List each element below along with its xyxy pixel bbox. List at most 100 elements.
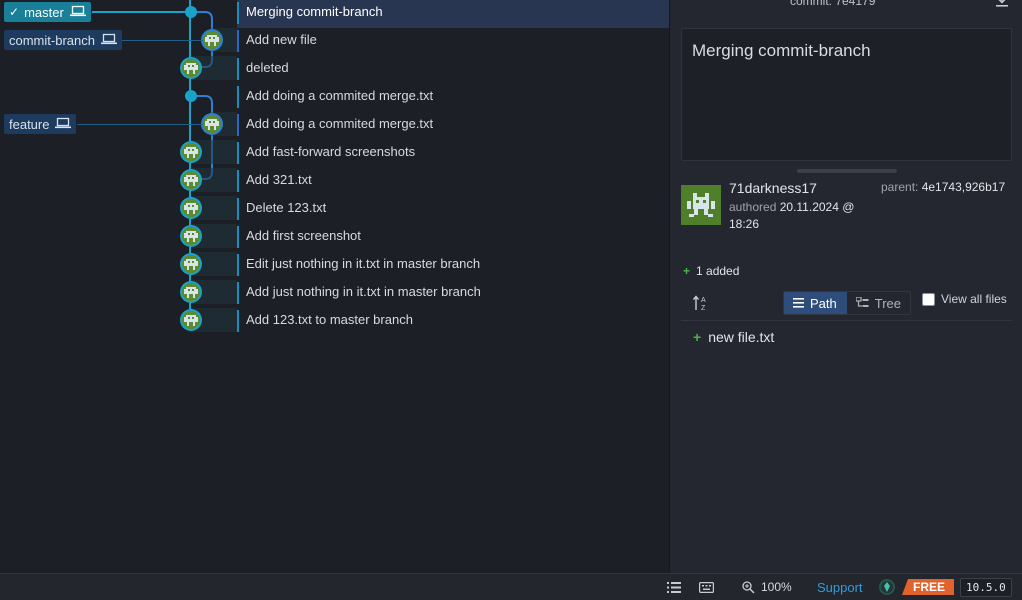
row-lane-bar	[237, 170, 239, 192]
row-lane-bar	[237, 226, 239, 248]
author-name: 71darkness17	[729, 180, 817, 196]
commit-message: Add first screenshot	[246, 228, 361, 243]
authored-label: authored	[729, 200, 777, 214]
commit-row[interactable]: Edit just nothing in it.txt in master br…	[237, 252, 669, 280]
row-lane-bar	[237, 198, 239, 220]
commit-row[interactable]: Add 123.txt to master branch	[237, 308, 669, 336]
branch-feature[interactable]: feature	[4, 114, 77, 134]
status-bar: 100% Support FREE 10.5.0	[0, 573, 1022, 600]
commit-row[interactable]: Add 321.txt	[237, 168, 669, 196]
branch-master[interactable]: ✓ master	[4, 2, 91, 22]
branch-commit-branch-label: commit-branch	[9, 32, 95, 48]
keyboard-icon[interactable]	[699, 574, 714, 600]
checked-out-icon: ✓	[9, 5, 20, 19]
checkbox-box[interactable]	[922, 292, 935, 306]
commit-avatar-node[interactable]	[180, 253, 202, 275]
commit-graph-panel: ✓ master commit-branch feature Merging c…	[0, 0, 669, 573]
commit-message: Delete 123.txt	[246, 200, 327, 215]
commit-message: Edit just nothing in it.txt in master br…	[246, 256, 481, 271]
master-ref-line	[92, 11, 186, 13]
changed-file-row[interactable]: + new file.txt	[693, 329, 774, 345]
row-lane-bar	[237, 58, 239, 80]
row-lane-bar	[237, 114, 239, 136]
parent-info: parent: 4e1743,926b17	[881, 180, 1005, 194]
version-label[interactable]: 10.5.0	[960, 578, 1012, 597]
zoom-icon	[742, 580, 755, 594]
row-lane-bar	[237, 142, 239, 164]
commit-row[interactable]: Add fast-forward screenshots	[237, 140, 669, 168]
file-name: new file.txt	[708, 329, 775, 345]
parent-label: parent:	[881, 180, 919, 194]
laptop-icon	[69, 5, 86, 20]
parent-shas[interactable]: 4e1743,926b17	[922, 180, 1005, 194]
added-icon: +	[683, 264, 691, 278]
merge-commit-dot[interactable]	[185, 6, 197, 18]
commit-row[interactable]: Add new file	[237, 28, 669, 56]
commit-avatar-node[interactable]	[180, 169, 202, 191]
list-view-icon[interactable]	[667, 574, 681, 600]
download-icon[interactable]	[995, 0, 1009, 8]
feature-ref-line	[77, 124, 203, 125]
support-link-label: Support	[817, 579, 863, 595]
svg-text:Z: Z	[701, 305, 706, 312]
author-avatar	[681, 185, 721, 225]
support-link[interactable]: Support	[817, 574, 863, 600]
resize-handle[interactable]	[797, 169, 897, 173]
branch-commit-branch[interactable]: commit-branch	[4, 30, 122, 50]
commit-message: Add doing a commited merge.txt	[246, 88, 434, 103]
commit-avatar-node[interactable]	[180, 309, 202, 331]
view-mode-toggle: Path Tree	[783, 291, 911, 315]
authored-info: authored 20.11.2024 @ 18:26	[729, 199, 869, 233]
view-all-files-label: View all files	[941, 292, 1007, 306]
path-view-label: Path	[810, 295, 837, 311]
merge-commit-dot[interactable]	[185, 90, 197, 102]
commit-row[interactable]: Merging commit-branch	[237, 0, 669, 28]
commit-avatar-node[interactable]	[201, 29, 223, 51]
commit-id-label[interactable]: commit: 7e4179	[790, 0, 875, 8]
row-lane-bar	[237, 310, 239, 332]
free-badge-label: FREE	[913, 580, 946, 594]
row-lane-bar	[237, 254, 239, 276]
commit-avatar-node[interactable]	[180, 225, 202, 247]
files-summary: +1 added	[683, 264, 739, 278]
commit-row[interactable]: Add doing a commited merge.txt	[237, 112, 669, 140]
row-lane-bar	[237, 282, 239, 304]
commit-detail-panel: commit: 7e4179 Merging commit-branch 71d…	[669, 0, 1022, 573]
commit-message: Merging commit-branch	[246, 4, 383, 19]
view-all-files-checkbox[interactable]: View all files	[922, 292, 1007, 306]
commit-message: deleted	[246, 60, 289, 75]
commit-avatar-node[interactable]	[180, 141, 202, 163]
laptop-icon	[55, 117, 72, 132]
commit-message-box[interactable]: Merging commit-branch	[681, 28, 1012, 161]
commit-message: Add doing a commited merge.txt	[246, 116, 434, 131]
commit-message: Add 321.txt	[246, 172, 312, 187]
commit-message: Add new file	[246, 32, 317, 47]
list-icon	[793, 296, 804, 311]
tree-view-button[interactable]: Tree	[847, 292, 910, 314]
commit-row[interactable]: Add just nothing in it.txt in master bra…	[237, 280, 669, 308]
row-lane-bar	[237, 86, 239, 108]
sort-az-icon[interactable]: A Z	[693, 294, 711, 312]
zoom-control[interactable]: 100%	[742, 574, 792, 600]
branch-master-label: master	[24, 4, 64, 20]
added-icon: +	[693, 329, 702, 345]
commit-row[interactable]: Add first screenshot	[237, 224, 669, 252]
commit-row[interactable]: deleted	[237, 56, 669, 84]
commit-avatar-node[interactable]	[180, 197, 202, 219]
svg-text:A: A	[701, 297, 706, 304]
commit-row[interactable]: Delete 123.txt	[237, 196, 669, 224]
commit-avatar-node[interactable]	[201, 113, 223, 135]
gitkraken-icon[interactable]	[878, 574, 896, 600]
commit-avatar-node[interactable]	[180, 57, 202, 79]
tree-view-label: Tree	[874, 295, 901, 311]
tree-icon	[855, 295, 869, 311]
path-view-button[interactable]: Path	[784, 292, 847, 314]
zoom-level: 100%	[761, 580, 792, 594]
commit-row[interactable]: Add doing a commited merge.txt	[237, 84, 669, 112]
commit-message: Add 123.txt to master branch	[246, 312, 413, 327]
commit-branch-ref-line	[121, 40, 203, 41]
commit-avatar-node[interactable]	[180, 281, 202, 303]
commit-message: Add just nothing in it.txt in master bra…	[246, 284, 481, 299]
laptop-icon	[100, 33, 117, 48]
commit-message-text: Merging commit-branch	[692, 41, 871, 60]
